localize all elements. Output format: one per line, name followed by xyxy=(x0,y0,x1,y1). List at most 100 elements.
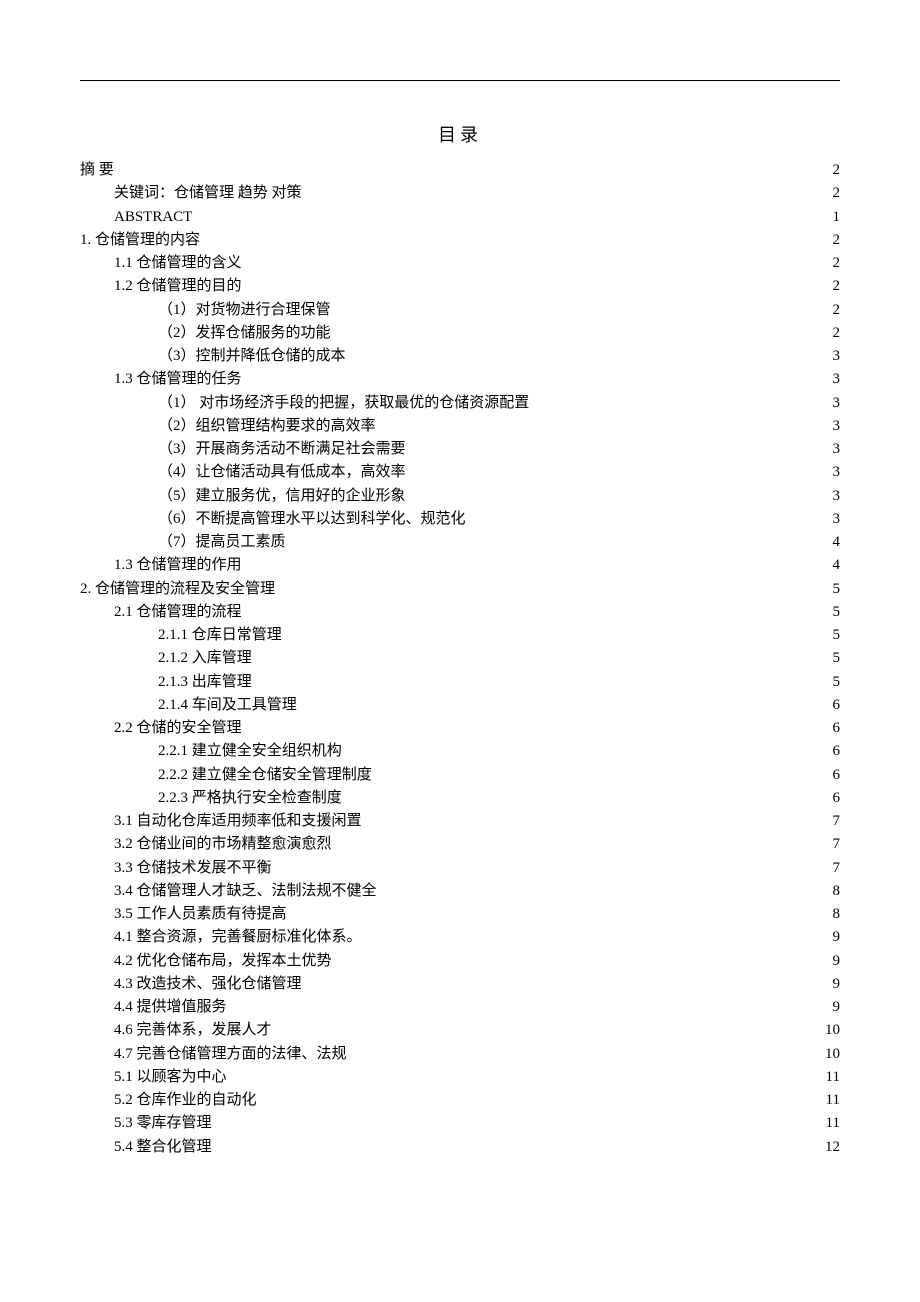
toc-entry-label: （5）建立服务优，信用好的企业形象 xyxy=(158,485,406,508)
toc-entry-label: （7）提高员工素质 xyxy=(158,531,286,554)
toc-entry-page: 3 xyxy=(833,438,841,461)
toc-entry: 3.3 仓储技术发展不平衡7 xyxy=(80,857,840,880)
toc-entry-label: （2）发挥仓储服务的功能 xyxy=(158,322,331,345)
document-page: 目录 摘 要2关键词：仓储管理 趋势 对策2ABSTRACT11. 仓储管理的内… xyxy=(0,0,920,1219)
toc-entry-label: 4.4 提供增值服务 xyxy=(114,996,227,1019)
toc-entry-page: 3 xyxy=(833,345,841,368)
toc-entry: （2）发挥仓储服务的功能2 xyxy=(80,322,840,345)
toc-title: 目录 xyxy=(80,121,840,147)
toc-entry: 4.7 完善仓储管理方面的法律、法规10 xyxy=(80,1043,840,1066)
toc-entry-label: 2.2.2 建立健全仓储安全管理制度 xyxy=(158,764,372,787)
toc-entry-label: 3.2 仓储业间的市场精整愈演愈烈 xyxy=(114,833,332,856)
toc-entry-label: 3.1 自动化仓库适用频率低和支援闲置 xyxy=(114,810,362,833)
toc-entry-label: 5.1 以顾客为中心 xyxy=(114,1066,227,1089)
toc-entry-label: 2.1.3 出库管理 xyxy=(158,671,252,694)
toc-entry-label: （3）开展商务活动不断满足社会需要 xyxy=(158,438,406,461)
toc-entry-page: 8 xyxy=(833,903,841,926)
toc-entry-label: 2.2.1 建立健全安全组织机构 xyxy=(158,740,342,763)
toc-entry: 2.1.2 入库管理5 xyxy=(80,647,840,670)
toc-entry-page: 2 xyxy=(833,182,841,205)
toc-entry: （7）提高员工素质4 xyxy=(80,531,840,554)
toc-entry-page: 9 xyxy=(833,926,841,949)
toc-entry-page: 4 xyxy=(833,554,841,577)
toc-entry: 2.1.3 出库管理 5 xyxy=(80,671,840,694)
toc-entry-label: 1. 仓储管理的内容 xyxy=(80,229,200,252)
toc-entry: 1.2 仓储管理的目的 2 xyxy=(80,275,840,298)
toc-entry: 4.2 优化仓储布局，发挥本土优势 9 xyxy=(80,950,840,973)
toc-entry-page: 6 xyxy=(833,717,841,740)
toc-entry-label: 1.3 仓储管理的作用 xyxy=(114,554,242,577)
toc-entry-page: 5 xyxy=(833,671,841,694)
toc-entry-page: 7 xyxy=(833,857,841,880)
toc-entry-label: 关键词：仓储管理 趋势 对策 xyxy=(114,182,302,205)
toc-entry: 5.3 零库存管理11 xyxy=(80,1112,840,1135)
toc-entry: 2.2.2 建立健全仓储安全管理制度 6 xyxy=(80,764,840,787)
toc-entry-page: 7 xyxy=(833,810,841,833)
toc-entry-page: 12 xyxy=(825,1136,840,1159)
toc-entry-page: 9 xyxy=(833,996,841,1019)
toc-entry-page: 6 xyxy=(833,764,841,787)
toc-entry: 2. 仓储管理的流程及安全管理5 xyxy=(80,578,840,601)
toc-entry-page: 9 xyxy=(833,973,841,996)
toc-entry-label: （2）组织管理结构要求的高效率 xyxy=(158,415,376,438)
toc-entry-label: 3.4 仓储管理人才缺乏、法制法规不健全 xyxy=(114,880,377,903)
toc-entry: 1.1 仓储管理的含义 2 xyxy=(80,252,840,275)
toc-entry-label: 2. 仓储管理的流程及安全管理 xyxy=(80,578,275,601)
toc-entry-page: 2 xyxy=(833,275,841,298)
toc-entry-label: （1） 对市场经济手段的把握，获取最优的仓储资源配置 xyxy=(158,392,529,415)
toc-entry-page: 10 xyxy=(825,1019,840,1042)
toc-entry: 2.2.1 建立健全安全组织机构 6 xyxy=(80,740,840,763)
toc-entry-label: ABSTRACT xyxy=(114,206,192,229)
toc-entry: （6）不断提高管理水平以达到科学化、规范化3 xyxy=(80,508,840,531)
toc-entry-label: 5.3 零库存管理 xyxy=(114,1112,212,1135)
toc-entry-label: 4.2 优化仓储布局，发挥本土优势 xyxy=(114,950,332,973)
toc-entry-label: 4.1 整合资源，完善餐厨标准化体系。 xyxy=(114,926,362,949)
toc-entry-page: 5 xyxy=(833,624,841,647)
toc-entry: 2.2.3 严格执行安全检查制度6 xyxy=(80,787,840,810)
toc-entry-label: 4.7 完善仓储管理方面的法律、法规 xyxy=(114,1043,347,1066)
toc-entry: 摘 要2 xyxy=(80,159,840,182)
table-of-contents: 摘 要2关键词：仓储管理 趋势 对策2ABSTRACT11. 仓储管理的内容21… xyxy=(80,159,840,1159)
toc-entry-page: 3 xyxy=(833,392,841,415)
toc-entry-page: 5 xyxy=(833,601,841,624)
toc-entry: （3）控制并降低仓储的成本 3 xyxy=(80,345,840,368)
toc-entry-label: 1.2 仓储管理的目的 xyxy=(114,275,242,298)
toc-entry: 2.1 仓储管理的流程 5 xyxy=(80,601,840,624)
toc-entry-page: 6 xyxy=(833,694,841,717)
toc-entry: 关键词：仓储管理 趋势 对策 2 xyxy=(80,182,840,205)
toc-entry: 5.4 整合化管理 12 xyxy=(80,1136,840,1159)
toc-entry: 1.3 仓储管理的作用 4 xyxy=(80,554,840,577)
toc-entry-page: 3 xyxy=(833,485,841,508)
toc-entry-page: 6 xyxy=(833,740,841,763)
toc-entry-label: 5.4 整合化管理 xyxy=(114,1136,212,1159)
toc-entry-label: （3）控制并降低仓储的成本 xyxy=(158,345,346,368)
toc-entry-label: （6）不断提高管理水平以达到科学化、规范化 xyxy=(158,508,466,531)
toc-entry-label: 2.1 仓储管理的流程 xyxy=(114,601,242,624)
toc-entry-page: 3 xyxy=(833,415,841,438)
toc-entry-label: 3.5 工作人员素质有待提高 xyxy=(114,903,287,926)
toc-entry-label: 4.6 完善体系，发展人才 xyxy=(114,1019,272,1042)
toc-entry: 2.1.1 仓库日常管理5 xyxy=(80,624,840,647)
toc-entry: 2.1.4 车间及工具管理 6 xyxy=(80,694,840,717)
toc-entry: （1）对货物进行合理保管2 xyxy=(80,299,840,322)
toc-entry: 4.6 完善体系，发展人才 10 xyxy=(80,1019,840,1042)
toc-entry: 4.3 改造技术、强化仓储管理 9 xyxy=(80,973,840,996)
toc-entry-page: 9 xyxy=(833,950,841,973)
toc-entry-label: 摘 要 xyxy=(80,159,114,182)
toc-entry: 5.1 以顾客为中心 11 xyxy=(80,1066,840,1089)
toc-entry-page: 11 xyxy=(826,1066,840,1089)
toc-entry: 4.1 整合资源，完善餐厨标准化体系。 9 xyxy=(80,926,840,949)
toc-entry-label: 1.1 仓储管理的含义 xyxy=(114,252,242,275)
toc-entry-label: 4.3 改造技术、强化仓储管理 xyxy=(114,973,302,996)
toc-entry: （3）开展商务活动不断满足社会需要 3 xyxy=(80,438,840,461)
toc-entry-label: （4）让仓储活动具有低成本，高效率 xyxy=(158,461,406,484)
toc-entry: （5）建立服务优，信用好的企业形象 3 xyxy=(80,485,840,508)
toc-entry-page: 7 xyxy=(833,833,841,856)
toc-entry: 3.4 仓储管理人才缺乏、法制法规不健全8 xyxy=(80,880,840,903)
toc-entry-label: 2.2 仓储的安全管理 xyxy=(114,717,242,740)
toc-entry-label: 2.2.3 严格执行安全检查制度 xyxy=(158,787,342,810)
toc-entry-page: 2 xyxy=(833,252,841,275)
toc-entry-label: 2.1.4 车间及工具管理 xyxy=(158,694,297,717)
toc-entry: 3.5 工作人员素质有待提高 8 xyxy=(80,903,840,926)
toc-entry-page: 1 xyxy=(833,206,841,229)
